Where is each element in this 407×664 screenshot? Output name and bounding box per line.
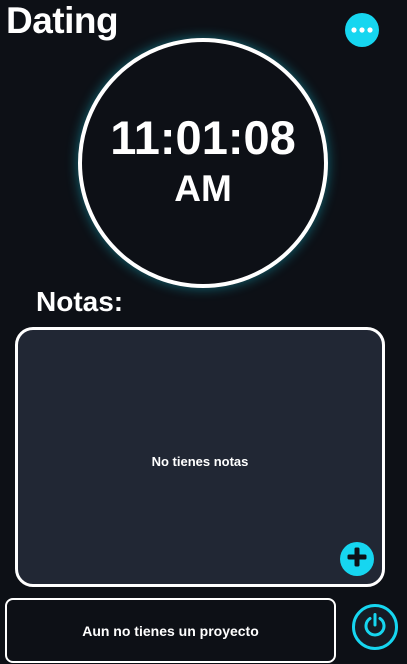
more-options-button[interactable]: [345, 13, 379, 47]
app-title: Dating: [6, 0, 119, 41]
more-dots-icon: [351, 27, 373, 33]
app-screen: Dating 11:01:08 AM Notas: No tienes nota…: [0, 0, 407, 664]
project-status-box: Aun no tienes un proyecto: [5, 598, 336, 663]
power-button[interactable]: [352, 604, 398, 650]
project-status-text: Aun no tienes un proyecto: [82, 622, 259, 639]
notes-empty-message: No tienes notas: [151, 454, 249, 469]
notes-heading: Notas:: [36, 286, 124, 317]
add-note-button[interactable]: [340, 542, 374, 576]
plus-icon: [346, 546, 368, 573]
clock-display: 11:01:08 AM: [78, 38, 328, 288]
clock-time: 11:01:08: [110, 111, 296, 164]
clock-period: AM: [174, 168, 232, 209]
power-icon: [362, 612, 388, 643]
notes-panel: No tienes notas: [15, 327, 385, 587]
